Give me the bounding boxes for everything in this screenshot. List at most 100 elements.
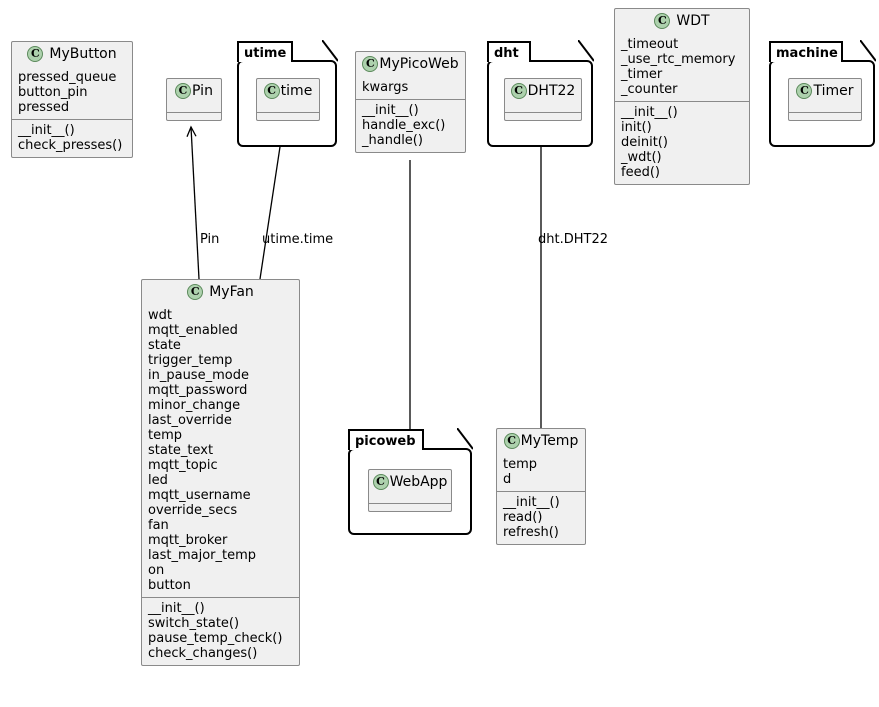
class-title-pin: Pin <box>167 79 221 104</box>
method: deinit() <box>621 135 668 150</box>
method: handle_exc() <box>362 118 446 133</box>
attributes-compartment: pressed_queue button_pin pressed <box>12 67 132 119</box>
class-icon <box>510 83 527 99</box>
package-tab-label: machine <box>769 41 843 62</box>
class-myfan[interactable]: MyFan wdt mqtt_enabled state trigger_tem… <box>141 279 300 666</box>
attributes-compartment <box>789 104 861 112</box>
class-title-mybutton: MyButton <box>12 42 132 67</box>
class-name: MyButton <box>49 46 117 62</box>
method: init() <box>621 120 652 135</box>
methods-compartment <box>257 112 319 120</box>
class-icon <box>263 83 280 99</box>
class-title-time: time <box>257 79 319 104</box>
methods-compartment <box>789 112 861 120</box>
class-name: Timer <box>813 83 854 99</box>
class-title-webapp: WebApp <box>369 470 451 495</box>
package-picoweb[interactable]: picoweb WebApp <box>348 428 473 535</box>
attribute: mqtt_topic <box>148 458 218 473</box>
package-machine[interactable]: machine Timer <box>769 40 876 147</box>
attribute: override_secs <box>148 503 238 518</box>
edge-label-utime-time: utime.time <box>262 232 334 247</box>
attribute: button <box>148 578 191 593</box>
edge-label-pin: Pin <box>200 232 220 247</box>
method: check_changes() <box>148 646 258 661</box>
attribute: mqtt_username <box>148 488 251 503</box>
method: __init__() <box>148 601 205 616</box>
attribute: minor_change <box>148 398 241 413</box>
class-icon <box>362 56 379 72</box>
class-dht22[interactable]: DHT22 <box>504 78 582 121</box>
attribute: last_major_temp <box>148 548 256 563</box>
methods-compartment: __init__() switch_state() pause_temp_che… <box>142 597 299 665</box>
method: feed() <box>621 165 660 180</box>
class-wdt[interactable]: WDT _timeout _use_rtc_memory _timer _cou… <box>614 8 750 185</box>
methods-compartment <box>369 503 451 511</box>
class-icon <box>175 83 192 99</box>
class-mypicoweb[interactable]: MyPicoWeb kwargs __init__() handle_exc()… <box>355 51 466 153</box>
class-name: MyTemp <box>520 433 579 449</box>
class-pin[interactable]: Pin <box>166 78 222 121</box>
attribute: button_pin <box>18 85 88 100</box>
class-name: WebApp <box>389 474 448 490</box>
class-title-myfan: MyFan <box>142 280 299 305</box>
package-tab-label: picoweb <box>348 429 424 450</box>
attribute: led <box>148 473 168 488</box>
package-dht[interactable]: dht DHT22 <box>487 40 594 147</box>
attribute: mqtt_enabled <box>148 323 238 338</box>
class-name: MyFan <box>209 284 254 300</box>
attribute: pressed_queue <box>18 70 117 85</box>
attribute: state_text <box>148 443 214 458</box>
package-utime[interactable]: utime time <box>237 40 338 147</box>
edge-myfan-time <box>259 127 283 280</box>
method: __init__() <box>362 103 419 118</box>
method: read() <box>503 510 543 525</box>
method: __init__() <box>18 123 75 138</box>
attributes-compartment <box>257 104 319 112</box>
class-icon <box>27 46 44 62</box>
attributes-compartment <box>369 495 451 503</box>
class-name: MyPicoWeb <box>379 56 459 72</box>
class-icon <box>796 83 813 99</box>
methods-compartment <box>505 112 581 120</box>
attribute: temp <box>503 457 538 472</box>
method: pause_temp_check() <box>148 631 283 646</box>
attribute: last_override <box>148 413 232 428</box>
attribute: kwargs <box>362 80 409 95</box>
method: _handle() <box>362 133 423 148</box>
attribute: mqtt_password <box>148 383 248 398</box>
attribute: trigger_temp <box>148 353 233 368</box>
attribute: mqtt_broker <box>148 533 228 548</box>
class-title-wdt: WDT <box>615 9 749 34</box>
attribute: wdt <box>148 308 172 323</box>
method: check_presses() <box>18 138 123 153</box>
class-name: Pin <box>192 83 213 99</box>
uml-diagram-canvas: Pin utime.time dht.DHT22 MyButton presse… <box>0 0 879 707</box>
attribute: on <box>148 563 165 578</box>
class-title-dht22: DHT22 <box>505 79 581 104</box>
attribute: _use_rtc_memory <box>621 52 736 67</box>
methods-compartment <box>167 112 221 120</box>
edge-label-dht-dht22: dht.DHT22 <box>538 232 608 247</box>
method: __init__() <box>621 105 678 120</box>
attributes-compartment: wdt mqtt_enabled state trigger_temp in_p… <box>142 305 299 597</box>
class-timer[interactable]: Timer <box>788 78 862 121</box>
method: refresh() <box>503 525 559 540</box>
class-name: WDT <box>676 13 710 29</box>
methods-compartment: __init__() read() refresh() <box>497 491 585 544</box>
methods-compartment: __init__() handle_exc() _handle() <box>356 99 465 152</box>
methods-compartment: __init__() init() deinit() _wdt() feed() <box>615 101 749 184</box>
class-time[interactable]: time <box>256 78 320 121</box>
edge-myfan-pin <box>191 127 200 280</box>
attribute: in_pause_mode <box>148 368 249 383</box>
attribute: state <box>148 338 181 353</box>
method: _wdt() <box>621 150 662 165</box>
class-webapp[interactable]: WebApp <box>368 469 452 512</box>
attribute: _timer <box>621 67 663 82</box>
class-mytemp[interactable]: MyTemp temp d __init__() read() refresh(… <box>496 428 586 545</box>
attribute: d <box>503 472 512 487</box>
attributes-compartment <box>505 104 581 112</box>
class-icon <box>187 284 204 300</box>
method: switch_state() <box>148 616 240 631</box>
class-icon <box>372 474 389 490</box>
class-mybutton[interactable]: MyButton pressed_queue button_pin presse… <box>11 41 133 158</box>
